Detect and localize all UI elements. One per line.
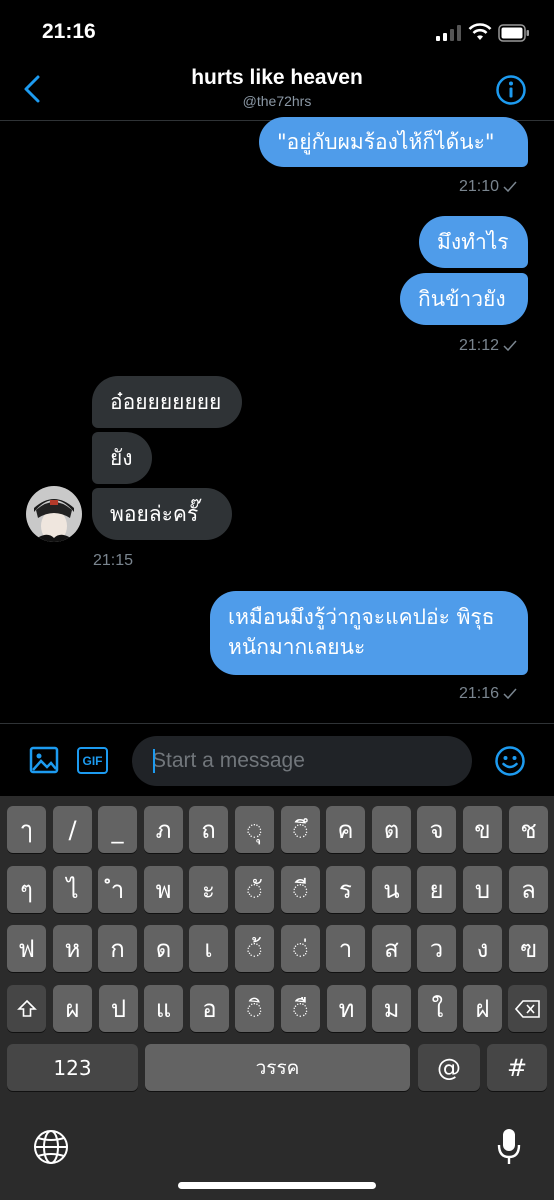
cellular-signal-icon <box>436 25 461 41</box>
sent-check-icon <box>503 181 517 193</box>
message-timestamp: 21:10 <box>459 178 517 196</box>
key-row3-10[interactable]: ง <box>463 925 502 972</box>
status-time: 21:16 <box>42 20 96 43</box>
image-icon[interactable] <box>28 744 60 776</box>
outgoing-message[interactable]: "อยู่กับผมร้องไห้ก็ได้นะ" <box>259 117 528 167</box>
message-text: มึงทำไร <box>437 230 509 254</box>
message-text-line: หนักมากเลยนะ <box>228 635 366 659</box>
info-icon[interactable] <box>495 74 527 106</box>
microphone-icon[interactable] <box>496 1127 522 1167</box>
key-row3-5[interactable]: ◌้ <box>235 925 274 972</box>
outgoing-message[interactable]: มึงทำไร <box>419 216 528 268</box>
timestamp-text: 21:10 <box>459 178 500 195</box>
key-row1-5[interactable]: ◌ุ <box>235 806 274 853</box>
key-row3-2[interactable]: ก <box>98 925 137 972</box>
incoming-message[interactable]: ยัง <box>92 432 152 484</box>
message-input[interactable] <box>132 736 472 786</box>
text-cursor <box>153 749 155 773</box>
wifi-icon <box>468 23 492 40</box>
space-key[interactable]: วรรค <box>145 1044 410 1091</box>
globe-icon[interactable] <box>32 1128 70 1166</box>
key-row4-3[interactable]: อ <box>190 985 229 1032</box>
message-text: กินข้าวยัง <box>418 287 506 311</box>
key-row1-6[interactable]: ◌ึ <box>281 806 320 853</box>
key-row3-11[interactable]: ฃ <box>509 925 548 972</box>
message-text: อ๋อยยยยยยย <box>110 390 222 414</box>
key-row2-9[interactable]: ย <box>417 866 456 913</box>
key-row3-9[interactable]: ว <box>417 925 456 972</box>
key-row2-1[interactable]: ไ <box>53 866 92 913</box>
incoming-message[interactable]: พอยล่ะครั๊ <box>92 488 232 540</box>
numbers-key[interactable]: 123 <box>7 1044 138 1091</box>
key-row2-7[interactable]: ร <box>326 866 365 913</box>
gif-button[interactable]: GIF <box>77 747 108 774</box>
delete-icon <box>514 999 540 1018</box>
conversation-handle: @the72hrs <box>242 93 312 109</box>
hash-key[interactable]: # <box>487 1044 547 1091</box>
key-row2-0[interactable]: ๆ <box>7 866 46 913</box>
key-row3-8[interactable]: ส <box>372 925 411 972</box>
message-timestamp: 21:16 <box>459 685 517 703</box>
timestamp-text: 21:16 <box>459 685 500 702</box>
sent-check-icon <box>503 688 517 700</box>
key-row1-3[interactable]: ภ <box>144 806 183 853</box>
key-row4-4[interactable]: ◌ิ <box>235 985 274 1032</box>
key-row1-2[interactable]: _ <box>98 806 137 853</box>
message-timestamp: 21:12 <box>459 337 517 355</box>
key-row4-8[interactable]: ใ <box>418 985 457 1032</box>
key-row3-6[interactable]: ◌่ <box>281 925 320 972</box>
key-row3-4[interactable]: เ <box>189 925 228 972</box>
message-text: ยัง <box>110 446 133 470</box>
timestamp-text: 21:12 <box>459 337 500 354</box>
key-row2-5[interactable]: ◌ั <box>235 866 274 913</box>
key-row2-8[interactable]: น <box>372 866 411 913</box>
key-row3-7[interactable]: า <box>326 925 365 972</box>
key-row3-1[interactable]: ห <box>53 925 92 972</box>
battery-icon <box>498 24 529 42</box>
key-row4-9[interactable]: ฝ <box>463 985 502 1032</box>
message-text-line: เหมือนมึงรู้ว่ากูจะแคปอ่ะ พิรุธ <box>228 605 495 629</box>
key-row1-11[interactable]: ช <box>509 806 548 853</box>
incoming-message[interactable]: อ๋อยยยยยยย <box>92 376 242 428</box>
key-row1-7[interactable]: ค <box>326 806 365 853</box>
shift-icon <box>16 999 37 1017</box>
message-text: พอยล่ะครั๊ <box>110 502 199 526</box>
key-row1-1[interactable]: / <box>53 806 92 853</box>
emoji-icon[interactable] <box>494 745 526 777</box>
key-row1-4[interactable]: ถ <box>189 806 228 853</box>
key-row2-2[interactable]: ำ <box>98 866 137 913</box>
avatar[interactable] <box>26 486 82 542</box>
message-timestamp: 21:15 <box>93 552 133 570</box>
key-row1-8[interactable]: ต <box>372 806 411 853</box>
key-row1-9[interactable]: จ <box>417 806 456 853</box>
key-row4-2[interactable]: แ <box>144 985 183 1032</box>
key-row1-10[interactable]: ข <box>463 806 502 853</box>
key-row4-7[interactable]: ม <box>372 985 411 1032</box>
composer-divider <box>0 723 554 724</box>
message-text: "อยู่กับผมร้องไห้ก็ได้นะ" <box>277 130 495 154</box>
sent-check-icon <box>503 340 517 352</box>
outgoing-message[interactable]: เหมือนมึงรู้ว่ากูจะแคปอ่ะ พิรุธ หนักมากเ… <box>210 591 528 675</box>
key-row4-1[interactable]: ป <box>99 985 138 1032</box>
key-row3-0[interactable]: ฟ <box>7 925 46 972</box>
key-row2-6[interactable]: ◌ี <box>281 866 320 913</box>
key-row4-6[interactable]: ท <box>327 985 366 1032</box>
delete-key[interactable] <box>508 985 547 1032</box>
key-row2-10[interactable]: บ <box>463 866 502 913</box>
key-row1-0[interactable]: ๅ <box>7 806 46 853</box>
key-row2-11[interactable]: ล <box>509 866 548 913</box>
at-key[interactable]: @ <box>418 1044 480 1091</box>
shift-key[interactable] <box>7 985 46 1032</box>
timestamp-text: 21:15 <box>93 552 134 569</box>
key-row4-0[interactable]: ผ <box>53 985 92 1032</box>
outgoing-message[interactable]: กินข้าวยัง <box>400 273 528 325</box>
key-row2-3[interactable]: พ <box>144 866 183 913</box>
conversation-title: hurts like heaven <box>191 66 363 89</box>
key-row2-4[interactable]: ะ <box>189 866 228 913</box>
key-row4-5[interactable]: ◌ื <box>281 985 320 1032</box>
home-indicator <box>178 1182 376 1189</box>
key-row3-3[interactable]: ด <box>144 925 183 972</box>
